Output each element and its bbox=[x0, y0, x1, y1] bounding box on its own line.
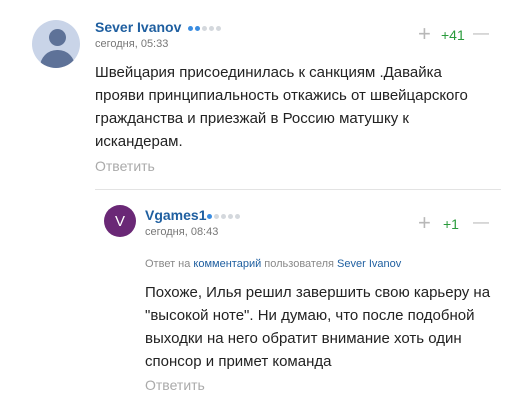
reply-comment: V Vgames1 сегодня, 08:43 + +1 — Ответ на… bbox=[0, 190, 529, 408]
vote-down-button[interactable]: — bbox=[473, 213, 489, 233]
vote-count: +41 bbox=[441, 27, 465, 43]
avatar-letter: V bbox=[114, 212, 125, 230]
user-silhouette-icon bbox=[49, 29, 66, 46]
comment-time: сегодня, 08:43 bbox=[145, 226, 219, 238]
avatar[interactable]: V bbox=[104, 205, 136, 237]
username[interactable]: Vgames1 bbox=[145, 207, 206, 223]
reply-comment-link[interactable]: комментарий bbox=[193, 258, 261, 270]
avatar[interactable] bbox=[32, 20, 80, 68]
comment: Sever Ivanov сегодня, 05:33 + +41 — Швей… bbox=[0, 0, 529, 190]
reply-button[interactable]: Ответить bbox=[95, 158, 155, 174]
reply-user-link[interactable]: Sever Ivanov bbox=[337, 258, 401, 270]
comment-time: сегодня, 05:33 bbox=[95, 38, 169, 50]
reply-to-info: Ответ на комментарий пользователя Sever … bbox=[145, 258, 402, 270]
vote-up-button[interactable]: + bbox=[418, 212, 431, 234]
username[interactable]: Sever Ivanov bbox=[95, 19, 181, 35]
vote-count: +1 bbox=[443, 216, 459, 232]
vote-up-button[interactable]: + bbox=[418, 23, 431, 45]
vote-down-button[interactable]: — bbox=[473, 24, 489, 44]
comment-text: Швейцария присоединилась к санкциям .Дав… bbox=[95, 64, 468, 150]
reply-button[interactable]: Ответить bbox=[145, 377, 205, 393]
comment-text: Похоже, Илья решил завершить свою карьер… bbox=[145, 284, 491, 370]
user-rating-dots bbox=[188, 26, 221, 31]
user-rating-dots bbox=[207, 214, 240, 219]
